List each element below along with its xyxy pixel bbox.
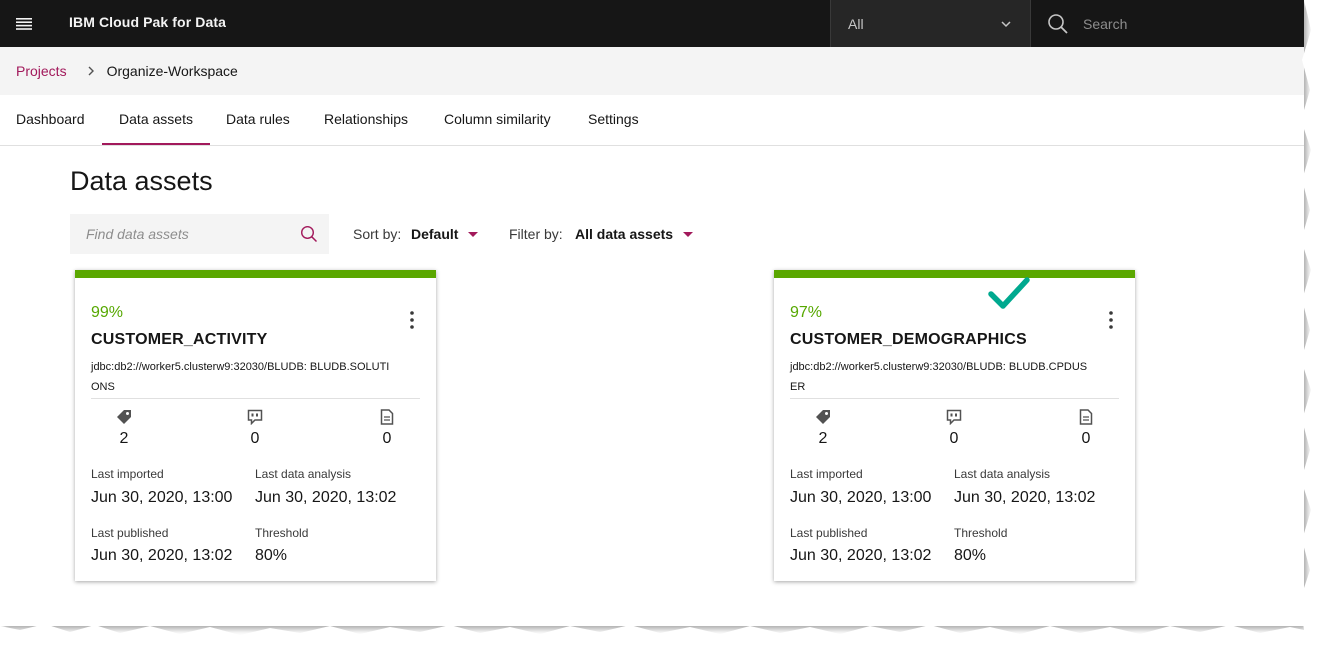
documents-count: 0 [1081,430,1091,447]
last-published-label: Last published [790,526,868,540]
breadcrumb-projects-link[interactable]: Projects [16,63,67,79]
top-bar: IBM Cloud Pak for Data All [0,0,1304,47]
overflow-menu-icon[interactable] [1101,308,1121,332]
app-window: IBM Cloud Pak for Data All Projects Orga… [0,0,1304,626]
terms-stat: 2 [808,408,838,448]
asset-connection: jdbc:db2://worker5.clusterw9:32030/BLUDB… [91,361,390,393]
asset-name: CUSTOMER_ACTIVITY [91,331,268,348]
asset-name: CUSTOMER_DEMOGRAPHICS [790,331,1027,348]
document-icon [1071,408,1101,426]
global-search [1030,0,1304,47]
filter-dropdown[interactable]: All data assets [575,226,694,242]
breadcrumb-current: Organize-Workspace [106,63,238,79]
last-published-value: Jun 30, 2020, 13:02 [91,547,233,564]
threshold-label: Threshold [255,526,309,540]
last-imported-value: Jun 30, 2020, 13:00 [790,489,932,506]
search-input[interactable] [1083,15,1283,32]
last-published-value: Jun 30, 2020, 13:02 [790,547,932,564]
last-analysis-value: Jun 30, 2020, 13:02 [954,489,1096,506]
tab-column-similarity[interactable]: Column similarity [444,95,551,145]
last-analysis-label: Last data analysis [255,467,352,481]
sort-dropdown[interactable]: Default [411,226,479,242]
search-icon[interactable] [300,225,318,248]
asset-connection: jdbc:db2://worker5.clusterw9:32030/BLUDB… [790,361,1088,393]
sort-label: Sort by: [353,226,402,242]
card-divider [91,398,420,399]
scope-dropdown[interactable]: All [830,0,1030,47]
brand-name[interactable]: IBM Cloud Pak for Data [69,0,226,47]
caret-down-icon [683,231,694,237]
hamburger-menu-icon[interactable] [0,0,48,47]
document-icon [372,408,402,426]
documents-count: 0 [382,430,392,447]
sort-value: Default [411,226,459,242]
comments-count: 0 [949,430,959,447]
data-asset-card[interactable]: 97% CUSTOMER_DEMOGRAPHICS jdbc:db2://wor… [774,270,1135,581]
scope-value: All [848,15,864,32]
documents-stat: 0 [1071,408,1101,448]
last-imported-value: Jun 30, 2020, 13:00 [91,489,233,506]
tab-dashboard[interactable]: Dashboard [16,95,85,145]
terms-count: 2 [818,430,828,447]
tab-relationships[interactable]: Relationships [324,95,408,145]
find-data-assets-input[interactable] [70,226,290,242]
tag-icon [109,408,139,426]
documents-stat: 0 [372,408,402,448]
last-analysis-label: Last data analysis [954,467,1051,481]
breadcrumb: Projects Organize-Workspace [0,47,1304,95]
threshold-value: 80% [255,547,288,564]
comment-icon [939,408,969,426]
last-imported-label: Last imported [790,467,863,481]
terms-count: 2 [119,430,129,447]
quality-score: 97% [790,304,823,321]
comments-stat: 0 [240,408,270,448]
threshold-value: 80% [954,547,987,564]
tab-bar: Dashboard Data assets Data rules Relatio… [0,95,1304,146]
last-analysis-value: Jun 30, 2020, 13:02 [255,489,397,506]
last-imported-label: Last imported [91,467,164,481]
chevron-down-icon [1000,17,1012,35]
card-divider [790,398,1119,399]
search-icon[interactable] [1047,13,1069,35]
filter-value: All data assets [575,226,674,242]
overflow-menu-icon[interactable] [402,308,422,332]
tab-data-assets[interactable]: Data assets [102,95,210,145]
tab-settings[interactable]: Settings [588,95,639,145]
threshold-label: Threshold [954,526,1008,540]
caret-down-icon [468,231,479,237]
comments-stat: 0 [939,408,969,448]
last-published-label: Last published [91,526,169,540]
tab-data-rules[interactable]: Data rules [226,95,290,145]
comments-count: 0 [250,430,260,447]
comment-icon [240,408,270,426]
terms-stat: 2 [109,408,139,448]
page-title: Data assets [70,166,213,196]
checkmark-icon [987,276,1031,317]
filter-label: Filter by: [509,226,563,242]
quality-score: 99% [91,304,124,321]
chevron-right-icon [87,66,95,76]
tag-icon [808,408,838,426]
data-asset-card[interactable]: 99% CUSTOMER_ACTIVITY jdbc:db2://worker5… [75,270,436,581]
find-data-assets-box [70,214,329,254]
